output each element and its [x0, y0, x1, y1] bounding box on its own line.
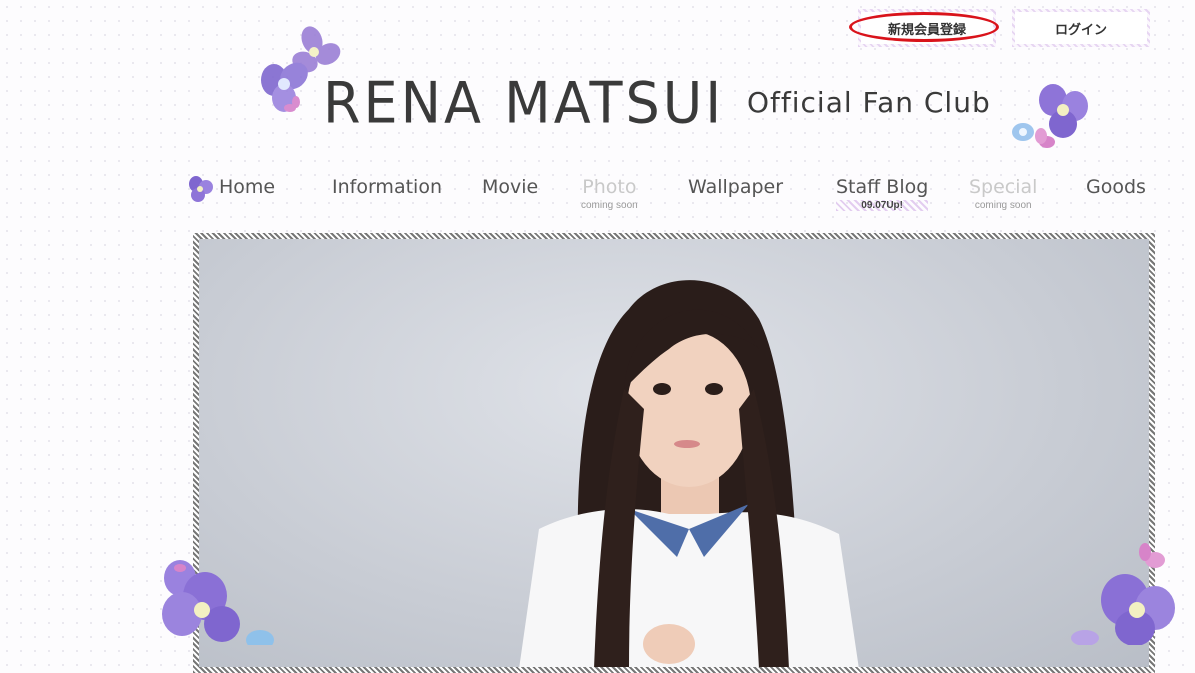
nav-staff-blog[interactable]: Staff Blog 09.07Up!	[836, 176, 929, 211]
main-photo	[199, 239, 1149, 667]
nav-movie-label: Movie	[482, 176, 539, 198]
nav-staff-blog-label: Staff Blog	[836, 176, 929, 198]
nav-photo-label: Photo	[582, 176, 637, 198]
flower-icon	[1012, 84, 1088, 148]
nav-goods[interactable]: Goods	[1086, 176, 1146, 198]
nav-special: Special coming soon	[969, 176, 1037, 211]
site-logo-subtitle: Official Fan Club	[747, 86, 991, 119]
nav-staff-blog-update: 09.07Up!	[836, 200, 929, 211]
flower-icon	[1071, 543, 1175, 645]
nav-wallpaper-label: Wallpaper	[688, 176, 784, 198]
site-logo-title[interactable]: RENA MATSUI	[323, 70, 724, 136]
nav-photo-status: coming soon	[581, 200, 638, 211]
register-button-label: 新規会員登録	[861, 12, 993, 44]
nav-home-label: Home	[219, 176, 276, 198]
nav-movie[interactable]: Movie	[482, 176, 538, 198]
nav-wallpaper[interactable]: Wallpaper	[688, 176, 783, 198]
nav-photo: Photo coming soon	[581, 176, 638, 211]
nav-goods-label: Goods	[1086, 176, 1146, 198]
login-button-label: ログイン	[1015, 12, 1147, 44]
register-button[interactable]: 新規会員登録	[858, 9, 996, 47]
main-photo-frame	[193, 233, 1155, 673]
nav-special-status: coming soon	[974, 200, 1032, 211]
flower-icon	[189, 176, 213, 202]
nav-home[interactable]: Home	[219, 176, 275, 198]
login-button[interactable]: ログイン	[1012, 9, 1150, 47]
nav-special-label: Special	[969, 176, 1038, 198]
nav-information-label: Information	[332, 176, 442, 198]
portrait-illustration	[519, 280, 859, 667]
flower-icon	[162, 560, 274, 645]
nav-information[interactable]: Information	[332, 176, 442, 198]
